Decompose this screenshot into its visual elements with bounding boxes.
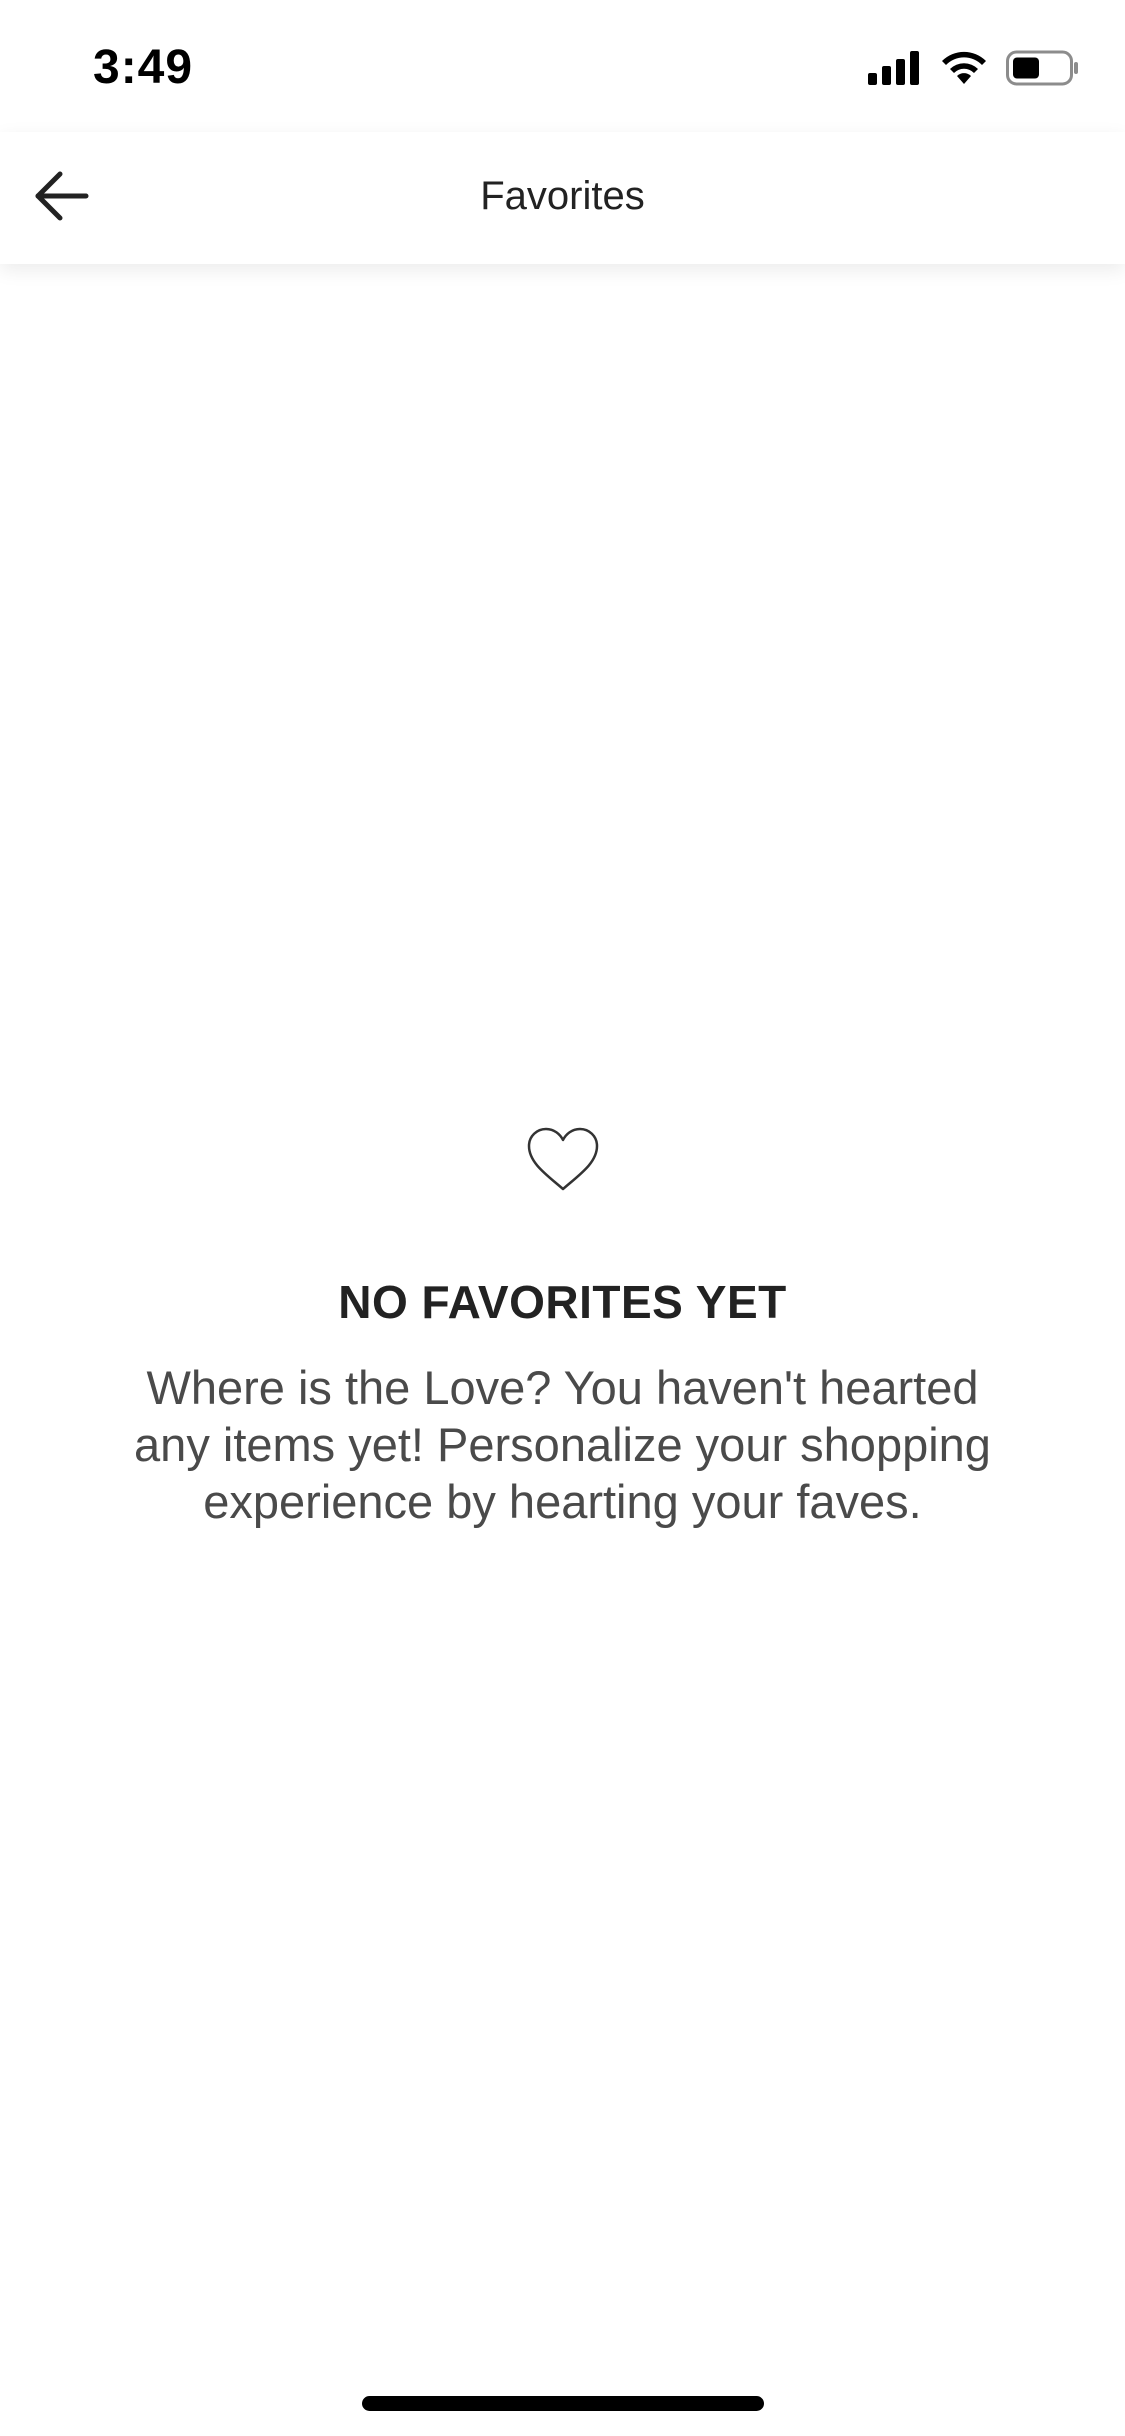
cellular-signal-icon	[868, 51, 922, 85]
home-indicator[interactable]	[362, 2396, 764, 2411]
wifi-icon	[940, 50, 988, 86]
heart-outline-icon	[523, 1125, 603, 1195]
status-time: 3:49	[93, 41, 194, 94]
empty-state: NO FAVORITES YET Where is the Love? You …	[0, 1125, 1125, 1530]
status-bar: 3:49	[0, 0, 1125, 132]
page-title: Favorites	[480, 174, 645, 218]
battery-icon	[1006, 50, 1080, 86]
empty-state-title: NO FAVORITES YET	[338, 1276, 787, 1328]
empty-state-message: Where is the Love? You haven't hearted a…	[134, 1361, 991, 1528]
nav-bar: Favorites	[0, 132, 1125, 264]
status-icons	[868, 48, 1080, 88]
